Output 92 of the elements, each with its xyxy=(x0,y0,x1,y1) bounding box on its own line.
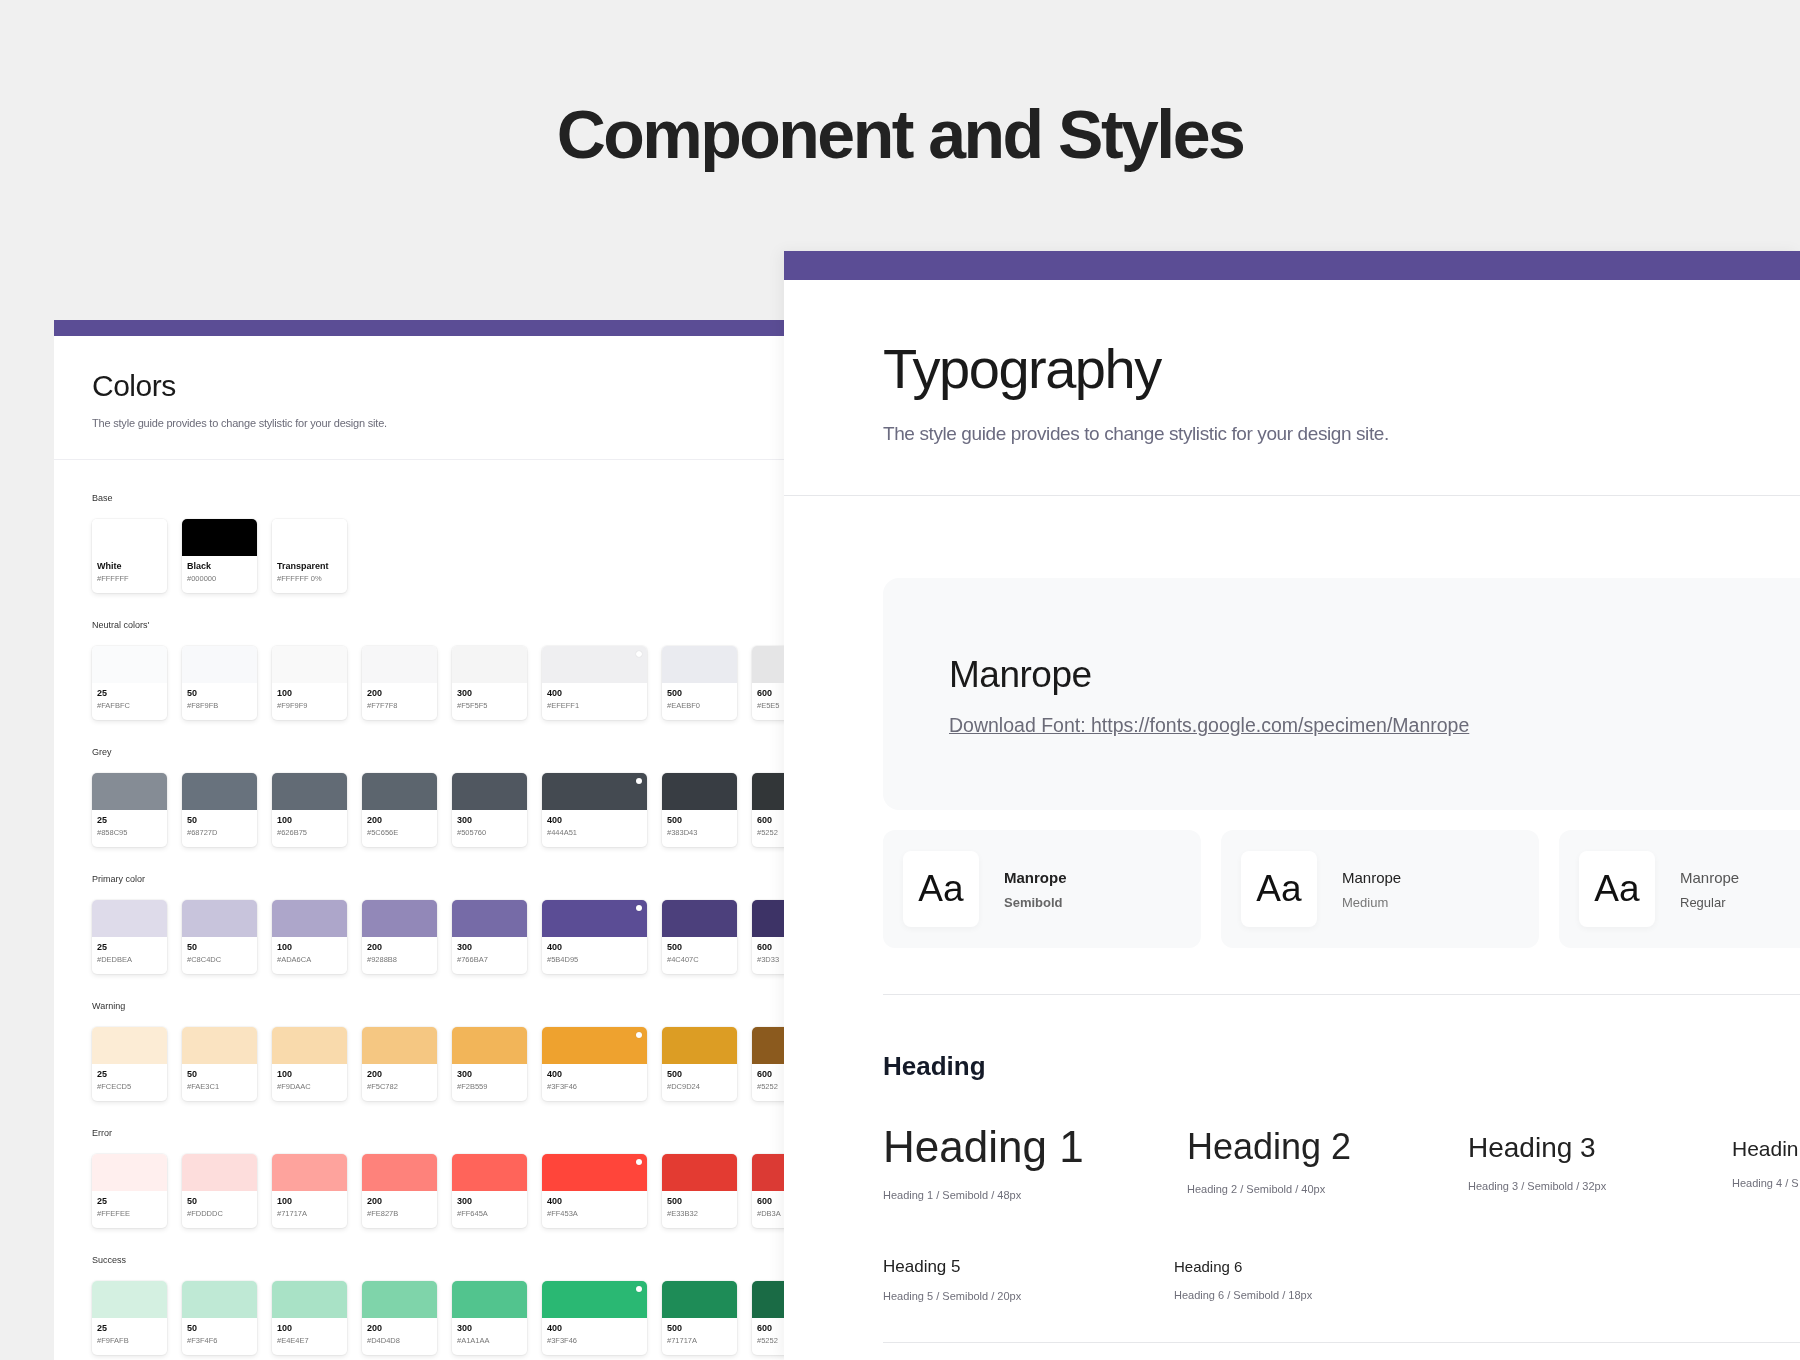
indicator-dot xyxy=(636,778,642,784)
swatch-name: 50 xyxy=(186,814,198,825)
indicator-dot xyxy=(636,1159,642,1165)
font-weight-label: Semibold xyxy=(1004,894,1064,910)
indicator-dot xyxy=(636,905,642,911)
swatch-name: 400 xyxy=(546,1195,564,1206)
swatch-name: 500 xyxy=(666,1068,684,1079)
swatch-name: 600 xyxy=(756,687,774,698)
swatch-name: 50 xyxy=(186,1322,198,1333)
swatch-name: 300 xyxy=(456,814,474,825)
swatch-name: 50 xyxy=(186,1195,198,1206)
swatch-name: 400 xyxy=(546,1322,564,1333)
group-label: Base xyxy=(92,493,114,505)
swatch-name: 25 xyxy=(96,941,108,952)
panel-title: Typography xyxy=(883,337,1163,401)
swatch-name: 200 xyxy=(366,941,384,952)
font-name: Manrope xyxy=(1680,868,1740,886)
swatch-name: 100 xyxy=(276,687,294,698)
swatch-name: 300 xyxy=(456,1322,474,1333)
heading-caption: Heading 2 / Semibold / 40px xyxy=(1187,1183,1327,1196)
panel-title: Colors xyxy=(92,369,177,403)
swatch-name: 50 xyxy=(186,687,198,698)
swatch-name: 200 xyxy=(366,1068,384,1079)
group-label: Warning xyxy=(92,1001,127,1013)
swatch-name: 25 xyxy=(96,1195,108,1206)
font-weight-label: Regular xyxy=(1680,894,1727,910)
font-name: Manrope xyxy=(949,654,1093,696)
indicator-dot xyxy=(636,1286,642,1292)
swatch-name: 500 xyxy=(666,1322,684,1333)
swatch-name: 500 xyxy=(666,941,684,952)
group-label: Success xyxy=(92,1255,127,1267)
group-label: Error xyxy=(92,1128,113,1140)
section-title: Heading xyxy=(883,1051,987,1082)
swatch-name: 300 xyxy=(456,687,474,698)
swatch-name: 500 xyxy=(666,687,684,698)
swatch-name: 400 xyxy=(546,814,564,825)
swatch-name: 600 xyxy=(756,1322,774,1333)
swatch-name: 100 xyxy=(276,941,294,952)
heading-sample: Heading 3 xyxy=(1468,1131,1597,1165)
swatch-name: 500 xyxy=(666,1195,684,1206)
heading-caption: Heading 1 / Semibold / 48px xyxy=(883,1188,1023,1201)
font-weight-label: Medium xyxy=(1342,894,1390,910)
heading-sample: Heading 1 xyxy=(883,1122,1085,1173)
swatch-name: White xyxy=(96,560,123,571)
font-name: Manrope xyxy=(1004,868,1067,886)
swatch-name: 300 xyxy=(456,1068,474,1079)
heading-sample: Heading 6 xyxy=(1174,1256,1244,1275)
font-name: Manrope xyxy=(1342,868,1402,886)
swatch-name: 300 xyxy=(456,941,474,952)
swatch-name: 200 xyxy=(366,814,384,825)
panel-subtitle: The style guide provides to change stylistic for your design site. xyxy=(883,423,1390,445)
swatch-name: 50 xyxy=(186,941,198,952)
heading-caption: Heading 5 / Semibold / 20px xyxy=(883,1290,1023,1303)
swatch-name: Transparent xyxy=(276,560,330,571)
panel-subtitle: The style guide provides to change stylistic for your design site. xyxy=(92,417,388,429)
font-sample: Aa xyxy=(903,851,979,927)
swatch-name: 100 xyxy=(276,1195,294,1206)
swatch-name: 600 xyxy=(756,1195,774,1206)
page-title: Component and Styles xyxy=(556,100,1244,172)
swatch-name: 25 xyxy=(96,1068,108,1079)
heading-sample: Heading 5 xyxy=(883,1256,962,1277)
swatch-name: 600 xyxy=(756,814,774,825)
swatch-name: 100 xyxy=(276,1322,294,1333)
swatch-name: 300 xyxy=(456,1195,474,1206)
group-label: Primary color xyxy=(92,874,146,886)
heading-caption: Heading 6 / Semibold / 18px xyxy=(1174,1288,1314,1301)
group-label: Grey xyxy=(92,747,113,759)
swatch-name: 400 xyxy=(546,1068,564,1079)
swatch-name: 400 xyxy=(546,687,564,698)
group-label: Neutral colors' xyxy=(92,620,151,632)
swatch-name: Black xyxy=(186,560,213,571)
heading-sample: Headin xyxy=(1732,1136,1800,1162)
swatch-name: 200 xyxy=(366,687,384,698)
swatch-name: 200 xyxy=(366,1322,384,1333)
swatch-name: 50 xyxy=(186,1068,198,1079)
heading-sample: Heading 2 xyxy=(1187,1125,1353,1168)
swatch-name: 200 xyxy=(366,1195,384,1206)
font-sample: Aa xyxy=(1241,851,1317,927)
swatch-name: 25 xyxy=(96,814,108,825)
swatch-name: 600 xyxy=(756,941,774,952)
heading-caption: Heading 4 / S xyxy=(1732,1177,1800,1190)
download-link[interactable]: Download Font: https://fonts.google.com/specimen/Manrope xyxy=(949,714,1470,737)
swatch-name: 500 xyxy=(666,814,684,825)
swatch-name: 400 xyxy=(546,941,564,952)
font-sample: Aa xyxy=(1579,851,1655,927)
swatch-name: 100 xyxy=(276,814,294,825)
swatch-name: 600 xyxy=(756,1068,774,1079)
swatch-name: 25 xyxy=(96,687,108,698)
indicator-dot xyxy=(636,1032,642,1038)
heading-caption: Heading 3 / Semibold / 32px xyxy=(1468,1180,1608,1193)
swatch-name: 25 xyxy=(96,1322,108,1333)
swatch-name: 100 xyxy=(276,1068,294,1079)
